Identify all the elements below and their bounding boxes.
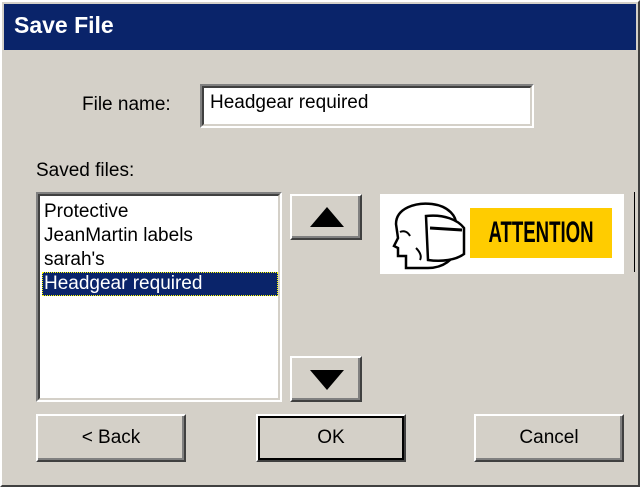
list-item[interactable]: JeanMartin labels (42, 224, 193, 248)
title-bar: Save File (4, 4, 636, 50)
cancel-button[interactable]: Cancel (474, 414, 624, 462)
scroll-up-button[interactable] (290, 194, 362, 240)
attention-banner: ATTENTION (470, 208, 612, 258)
back-button-label: < Back (81, 427, 141, 448)
dialog-title: Save File (14, 12, 114, 38)
file-name-value[interactable]: Headgear required (210, 92, 368, 114)
label-preview: ATTENTION (380, 194, 624, 274)
saved-files-list[interactable]: Protective JeanMartin labels sarah's Hea… (36, 192, 282, 402)
preview-edge-line (634, 192, 635, 272)
file-name-field[interactable]: Headgear required (200, 84, 534, 128)
list-item[interactable]: Protective (42, 200, 128, 224)
file-name-label: File name: (82, 94, 171, 115)
back-button[interactable]: < Back (36, 414, 186, 462)
list-item-selected[interactable]: Headgear required (42, 272, 278, 296)
saved-files-label: Saved files: (36, 160, 135, 181)
list-item[interactable]: sarah's (42, 248, 105, 272)
triangle-down-icon (310, 370, 344, 390)
save-file-dialog: Save File File name: Headgear required S… (0, 0, 640, 487)
cancel-button-label: Cancel (519, 427, 579, 448)
triangle-up-icon (310, 207, 344, 227)
scroll-down-button[interactable] (290, 356, 362, 402)
ok-button-label: OK (317, 427, 345, 448)
ok-button[interactable]: OK (256, 414, 406, 462)
attention-text: ATTENTION (488, 216, 594, 249)
face-shield-icon (392, 202, 466, 270)
